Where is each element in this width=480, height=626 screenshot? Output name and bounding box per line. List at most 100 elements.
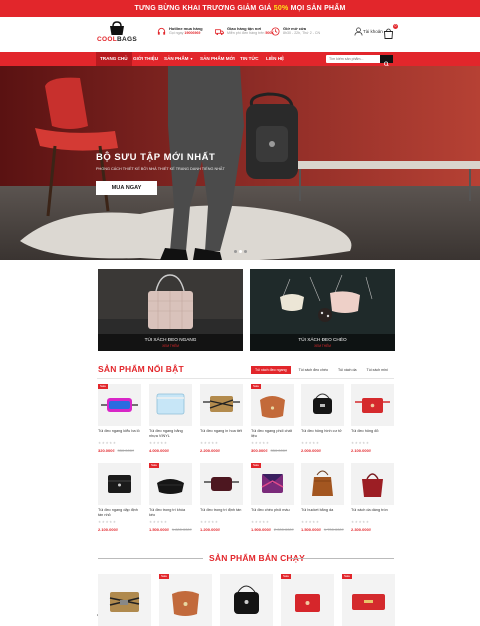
bag-logo-icon (110, 21, 124, 35)
product-name[interactable]: Túi đeo ngang kiểu ba lô (98, 429, 141, 439)
product-name[interactable]: Túi đeo trong trí khóa kéo (149, 508, 192, 518)
product-price: 4.000.000₫ (149, 448, 169, 453)
promo-text-end: MỌI SẢN PHẨM (290, 5, 346, 12)
product-image[interactable]: Sale (251, 463, 294, 505)
product-image[interactable]: Sale (98, 384, 141, 426)
best-product-card[interactable]: Sale (281, 574, 334, 626)
rating-stars-icon: ★★★★★ (301, 441, 320, 445)
search-box (326, 55, 393, 67)
nav-item-contact[interactable]: LIÊN HỆ (266, 52, 284, 66)
product-image[interactable] (301, 463, 344, 505)
logo[interactable]: COOLBAGS (97, 21, 137, 49)
product-image[interactable]: Sale (251, 384, 294, 426)
old-price: 350.000₫ (270, 448, 288, 453)
promo-highlight: 50% (273, 5, 289, 12)
featured-tabs: Túi xách đeo ngang Túi xách đeo chéo Túi… (251, 366, 398, 374)
rating-stars-icon: ★★★★★ (98, 520, 117, 524)
bag-image (362, 473, 383, 497)
product-card[interactable]: Túi đeo trong trí định tán ★★★★★ 1.200.000… (200, 463, 243, 532)
product-card[interactable]: Túi đeo ngang bằng nhựa VINYL ★★★★★ 4.000.… (149, 384, 192, 453)
nav-item-products[interactable]: SẢN PHẨM ▼ (164, 52, 193, 66)
product-image[interactable] (149, 384, 192, 426)
product-card[interactable]: Túi đeo ngang dập định tán nhỏ ★★★★★ 2.100… (98, 463, 141, 532)
product-name[interactable]: Túi đeo chéo phối màu (251, 508, 294, 518)
rating-stars-icon: ★★★★★ (351, 441, 370, 445)
hero-image (0, 66, 480, 260)
product-card[interactable]: Túi đeo hông đỏ ★★★★★ 2.100.000₫ (351, 384, 394, 453)
logo-text: COOLBAGS (97, 36, 137, 43)
product-card[interactable]: Túi bucket bằng da ★★★★★ 1.500.000₫ 1.700.0… (301, 463, 344, 532)
tab-leather[interactable]: Túi xách da (338, 366, 357, 374)
hotline-number[interactable]: 19006969 (184, 31, 200, 35)
hero-title: BỘ SƯU TẬP MỚI NHẤT (96, 152, 216, 163)
product-price: 1.200.000₫ (200, 527, 220, 532)
product-name[interactable]: Túi đeo ngang dập định tán nhỏ (98, 508, 141, 518)
product-price: 300.000₫ 350.000₫ (251, 448, 288, 453)
best-product-card[interactable] (98, 574, 151, 626)
tab-crossbody-diagonal[interactable]: Túi xách đeo chéo (299, 366, 328, 374)
best-product-card[interactable]: Sale (159, 574, 212, 626)
nav-item-home[interactable]: TRANG CHỦ (96, 52, 132, 66)
main-nav: TRANG CHỦ GIỚI THIỆU SẢN PHẨM ▼ SẢN PHẨM… (0, 52, 480, 67)
tab-crossbody-horizontal[interactable]: Túi xách đeo ngang (251, 366, 291, 374)
product-name[interactable]: Túi đeo trong trí định tán (200, 508, 243, 518)
divider (97, 378, 394, 379)
search-button[interactable] (380, 55, 393, 67)
product-card[interactable]: Sale Túi đeo trong trí khóa kéo ★★★★★ 1.500… (149, 463, 192, 532)
best-product-card[interactable]: Sale (342, 574, 395, 626)
account-label: Tài khoản (363, 29, 383, 34)
site-header: COOLBAGS Hotline mua hàng Gọi ngay 19006… (0, 17, 480, 52)
nav-item-new-products[interactable]: SẢN PHẨM MỚI (200, 52, 235, 66)
product-name[interactable]: Túi đeo ngang bằng nhựa VINYL (149, 429, 192, 439)
banner-crossbody-diagonal[interactable]: TÚI XÁCH ĐEO CHÉO XEM THÊM (250, 269, 395, 351)
nav-item-about[interactable]: GIỚI THIỆU (133, 52, 158, 66)
product-price: 2.100.000₫ (351, 448, 371, 453)
hero-slider[interactable]: BỘ SƯU TẬP MỚI NHẤT PHONG CÁCH THIẾT KẾ … (0, 66, 480, 260)
product-name[interactable]: Túi bucket bằng da (301, 508, 344, 518)
product-name[interactable]: Túi đeo ngang phối chất liệu (251, 429, 294, 439)
product-image (295, 594, 320, 612)
slider-dot[interactable] (244, 250, 247, 253)
bag-image (157, 479, 184, 494)
product-name[interactable]: Túi đeo ngang in hoa tiết (200, 429, 243, 439)
product-card[interactable]: Sale Túi đeo chéo phối màu ★★★★★ 1.900.000₫… (251, 463, 294, 532)
shop-now-button[interactable]: MUA NGAY (96, 181, 157, 195)
product-image[interactable] (200, 463, 243, 505)
search-input[interactable] (326, 55, 380, 63)
product-card[interactable]: Túi đeo hông hình cư tử ★★★★★ 2.000.000₫ (301, 384, 344, 453)
product-name[interactable]: Túi xách da dáng tròn (351, 508, 394, 518)
product-price: 2.100.000₫ (98, 527, 118, 532)
old-price: 1.700.000₫ (323, 527, 344, 532)
product-card[interactable]: Sale Túi đeo ngang phối chất liệu ★★★★★ 300… (251, 384, 294, 453)
product-image[interactable] (301, 384, 344, 426)
banner-caption: TÚI XÁCH ĐEO CHÉO XEM THÊM (250, 334, 395, 351)
product-image (234, 585, 259, 614)
product-name[interactable]: Túi đeo hông đỏ (351, 429, 394, 439)
cart-count-badge: 0 (393, 24, 398, 29)
product-image[interactable]: Sale (149, 463, 192, 505)
product-card[interactable]: Túi xách da dáng tròn ★★★★★ 2.300.000₫ (351, 463, 394, 532)
product-price: 1.500.000₫ 1.700.000₫ (301, 527, 344, 532)
banner-crossbody-horizontal[interactable]: TÚI XÁCH ĐEO NGANG XEM THÊM (98, 269, 243, 351)
product-image[interactable] (351, 384, 394, 426)
product-image[interactable] (200, 384, 243, 426)
bag-image (355, 398, 390, 413)
slider-dot-active[interactable] (239, 250, 242, 253)
featured-title: SẢN PHẨM NỔI BẬT (98, 364, 184, 374)
cart-button[interactable]: 0 (383, 24, 398, 39)
nav-item-news[interactable]: TIN TỨC (240, 52, 259, 66)
product-card[interactable]: Sale Túi đeo ngang kiểu ba lô ★★★★★ 320.000… (98, 384, 141, 453)
best-product-card[interactable] (220, 574, 273, 626)
account-link[interactable]: Tài khoản (354, 27, 383, 36)
hotline-info: Hotline mua hàng Gọi ngay 19006969 (157, 26, 203, 36)
product-price: 2.300.000₫ (351, 527, 371, 532)
product-image[interactable] (351, 463, 394, 505)
product-image[interactable] (98, 463, 141, 505)
product-card[interactable]: Túi đeo ngang in hoa tiết ★★★★★ 2.200.000₫ (200, 384, 243, 453)
product-price: 2.200.000₫ (200, 448, 220, 453)
product-name[interactable]: Túi đeo hông hình cư tử (301, 429, 344, 439)
opening-hours-info: Giờ mở cửa 8h30 - 22h, Thứ 2 - CN (271, 26, 320, 36)
rating-stars-icon: ★★★★★ (251, 520, 270, 524)
slider-dot[interactable] (234, 250, 237, 253)
tab-mini[interactable]: Túi xách mini (367, 366, 388, 374)
